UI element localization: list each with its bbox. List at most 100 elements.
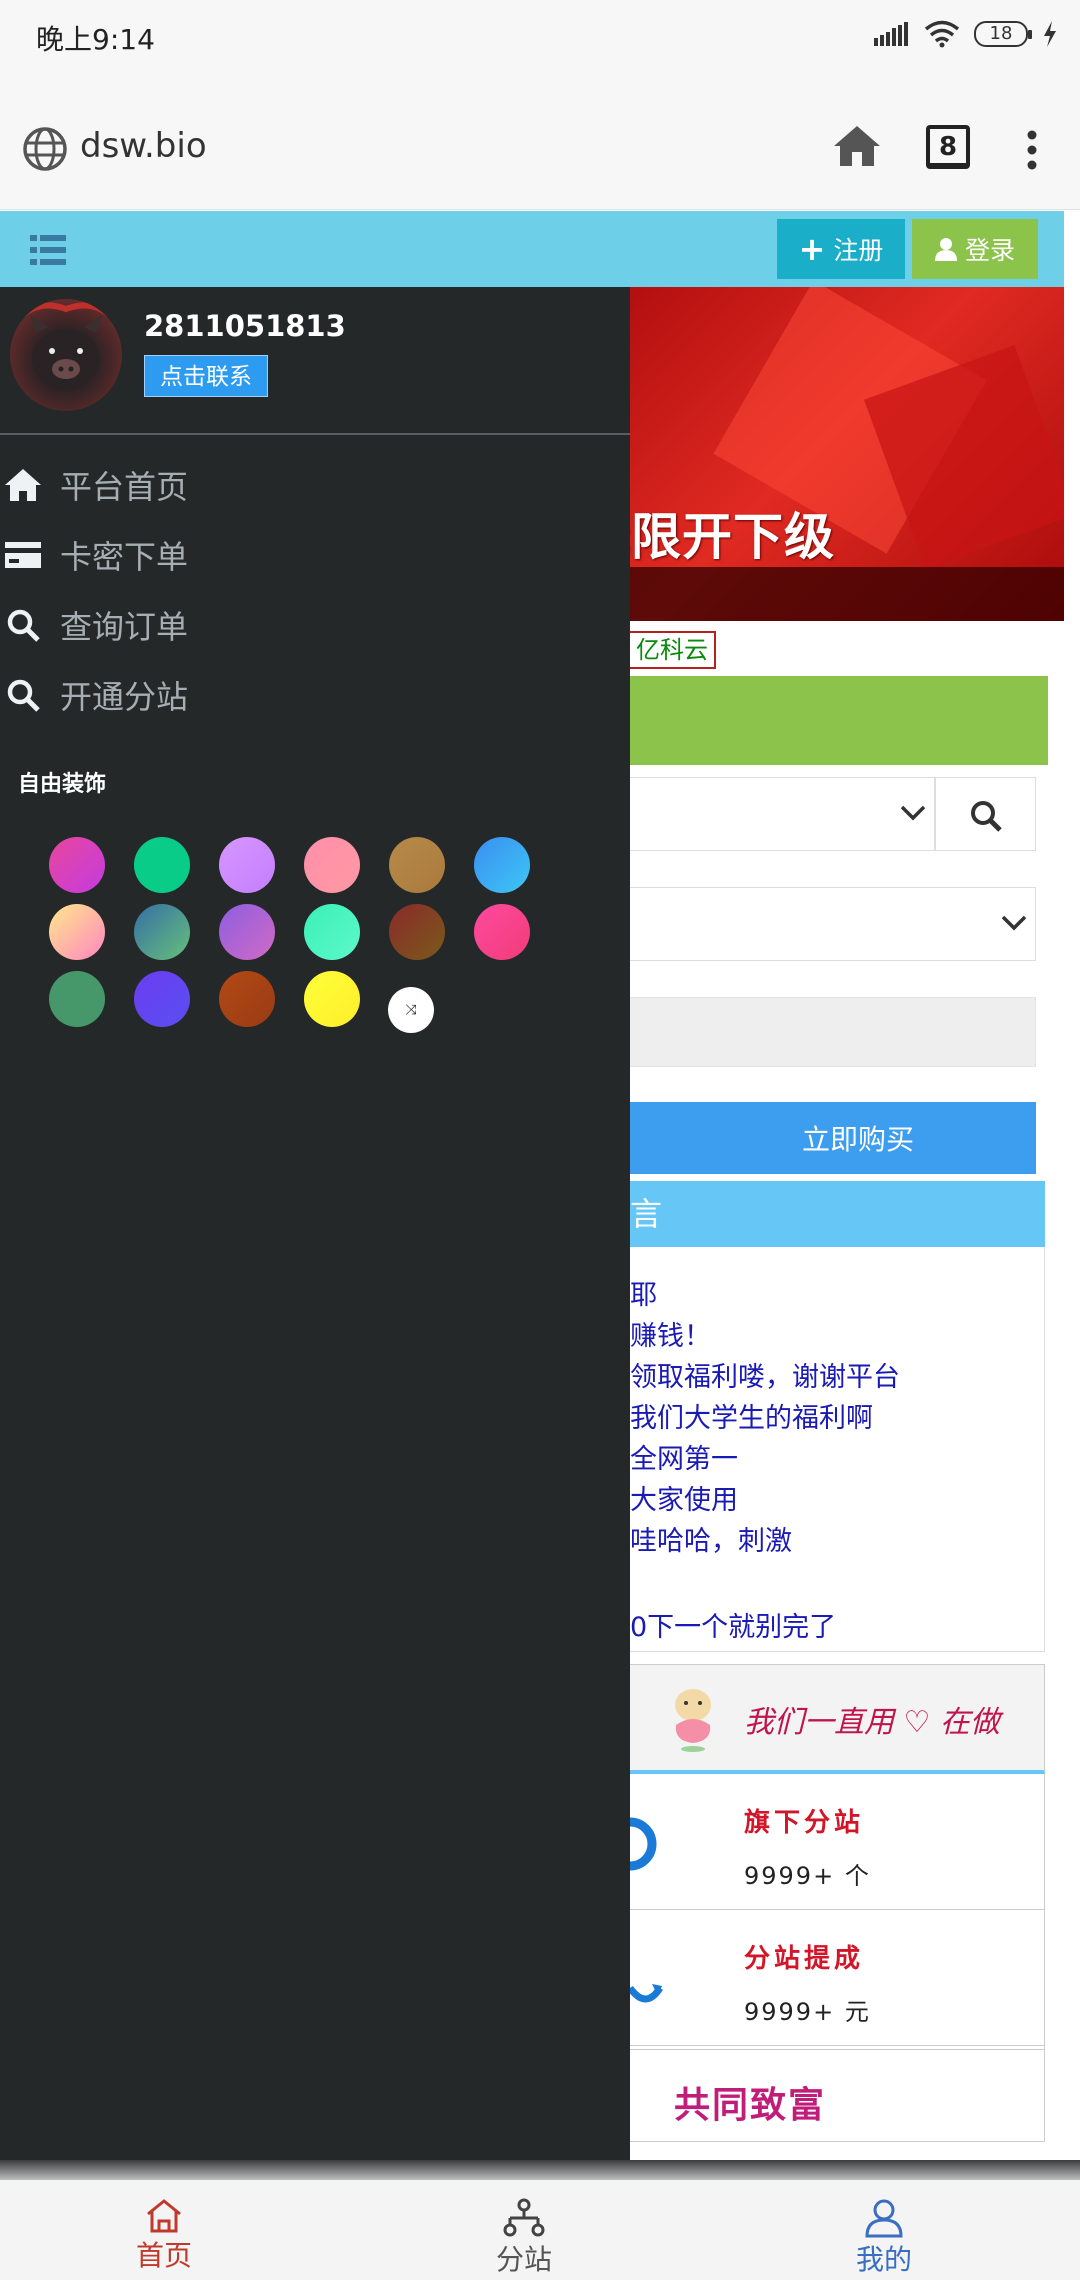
theme-swatch[interactable] — [134, 837, 190, 893]
stat-value: 9999+ 个 — [744, 1862, 871, 1890]
stats-card: 旗下分站 9999+ 个 分站提成 9999+ 元 — [630, 1774, 1045, 2050]
charging-icon — [1044, 21, 1056, 47]
theme-swatch[interactable] — [49, 971, 105, 1027]
card-icon — [0, 532, 46, 578]
theme-swatch[interactable] — [474, 837, 530, 893]
page-header: + 注册 登录 — [0, 211, 1064, 287]
message-line: 我们大学生的福利啊 — [630, 1403, 873, 1434]
nav-label: 查询订单 — [60, 608, 189, 646]
stat-value: 9999+ 元 — [744, 1998, 871, 2026]
side-drawer: 2811051813 点击联系 平台首页 卡密下单 查询订单 开通分站 自由装饰… — [0, 287, 630, 2180]
register-button[interactable]: + 注册 — [777, 219, 905, 279]
banner-text: 无限开下级 — [630, 508, 835, 566]
theme-swatch[interactable] — [304, 971, 360, 1027]
nav-item-card-order[interactable]: 卡密下单 — [0, 525, 188, 585]
theme-swatch[interactable] — [304, 904, 360, 960]
anchor-icon — [630, 1984, 663, 2003]
status-time: 晚上9:14 — [36, 23, 155, 56]
contact-button[interactable]: 点击联系 — [144, 355, 268, 397]
pig-avatar-icon — [17, 302, 115, 389]
theme-swatch[interactable] — [389, 904, 445, 960]
chevron-down-icon — [1001, 915, 1027, 931]
home-outline-icon — [147, 2199, 181, 2233]
theme-swatch[interactable] — [49, 904, 105, 960]
register-label: 注册 — [833, 236, 884, 265]
avatar[interactable] — [10, 299, 122, 411]
bottom-nav-home[interactable]: 首页 — [94, 2198, 234, 2274]
bottom-nav-label: 分站 — [495, 2243, 552, 2276]
bottom-nav-mine[interactable]: 我的 — [814, 2198, 954, 2278]
status-icons: 18 — [874, 20, 1058, 48]
bottom-nav: 首页 分站 我的 — [0, 2180, 1080, 2280]
username: 2811051813 — [144, 309, 346, 343]
menu-list-icon[interactable] — [30, 235, 66, 265]
wifi-icon — [924, 20, 960, 48]
home-icon — [0, 462, 46, 508]
login-button[interactable]: 登录 — [912, 219, 1038, 279]
stat-row-commission: 分站提成 9999+ 元 — [630, 1910, 1045, 2046]
theme-swatch[interactable] — [134, 971, 190, 1027]
theme-swatch[interactable] — [134, 904, 190, 960]
prosper-card: 共同致富 — [630, 2050, 1045, 2142]
message-line: 耶 — [630, 1280, 657, 1311]
decor-title: 自由装饰 — [18, 772, 107, 797]
message-line: 领取福利喽，谢谢平台 — [630, 1362, 900, 1393]
battery-icon: 18 — [974, 21, 1032, 47]
stat-title: 旗下分站 — [744, 1808, 865, 1838]
signal-icon — [874, 22, 908, 46]
banner-caption-strip — [630, 567, 1064, 621]
promo-banner[interactable]: 无限开下级 — [630, 287, 1064, 621]
browser-bar: dsw.bio 8 — [0, 78, 1080, 210]
drawer-divider — [0, 433, 630, 435]
network-icon — [503, 2198, 545, 2237]
theme-swatch[interactable] — [219, 837, 275, 893]
message-board-header: 言 — [630, 1181, 1045, 1247]
more-menu-icon[interactable] — [1026, 130, 1038, 170]
message-line: 0下一个就别完了 — [630, 1612, 837, 1643]
quantity-input[interactable] — [630, 997, 1036, 1067]
mascot-icon — [675, 1689, 711, 1752]
battery-level: 18 — [989, 23, 1013, 44]
theme-swatch[interactable] — [219, 904, 275, 960]
nav-label: 开通分站 — [60, 678, 189, 716]
theme-swatch[interactable] — [49, 837, 105, 893]
bottom-nav-label: 首页 — [135, 2239, 192, 2272]
message-line: 全网第一 — [630, 1444, 738, 1475]
globe-icon — [23, 127, 67, 171]
shuffle-theme-button[interactable]: ⤨ — [388, 987, 434, 1033]
theme-swatch[interactable] — [389, 837, 445, 893]
chevron-down-icon — [900, 805, 926, 821]
nav-label: 平台首页 — [60, 468, 189, 506]
refresh-icon — [630, 1817, 657, 1871]
cloud-tag[interactable]: 亿科云 — [628, 631, 716, 669]
prosper-text: 共同致富 — [674, 2085, 827, 2126]
bottom-nav-substation[interactable]: 分站 — [454, 2198, 594, 2278]
nav-item-query-order[interactable]: 查询订单 — [0, 595, 188, 655]
slogan-text: 我们一直用 ♡ 在做 — [744, 1705, 1000, 1740]
tab-count-button[interactable]: 8 — [926, 125, 970, 169]
theme-swatch[interactable] — [304, 837, 360, 893]
status-bar: 晚上9:14 18 — [0, 0, 1080, 78]
message-line: 哇哈哈，刺激 — [630, 1526, 792, 1557]
theme-swatch[interactable] — [474, 904, 530, 960]
product-select[interactable] — [630, 887, 1036, 961]
url-field[interactable]: dsw.bio — [80, 126, 207, 166]
search-icon — [0, 602, 46, 648]
shuffle-icon: ⤨ — [405, 1002, 417, 1018]
bottom-nav-label: 我的 — [855, 2243, 912, 2276]
nav-item-home[interactable]: 平台首页 — [0, 455, 188, 515]
buy-now-button[interactable]: 立即购买 — [630, 1102, 1036, 1174]
search-button[interactable] — [935, 777, 1036, 851]
theme-swatch[interactable] — [219, 971, 275, 1027]
nav-label: 卡密下单 — [60, 538, 189, 576]
search-icon — [0, 672, 46, 718]
nav-item-open-substation[interactable]: 开通分站 — [0, 665, 188, 725]
message-line: 大家使用 — [630, 1485, 738, 1516]
message-line: 赚钱！ — [630, 1321, 711, 1352]
plus-icon: + — [798, 230, 826, 268]
search-icon — [971, 801, 1002, 832]
person-icon — [865, 2199, 903, 2238]
stat-row-substations: 旗下分站 9999+ 个 — [630, 1774, 1045, 1910]
category-select[interactable] — [630, 777, 935, 851]
home-icon[interactable] — [832, 124, 882, 168]
